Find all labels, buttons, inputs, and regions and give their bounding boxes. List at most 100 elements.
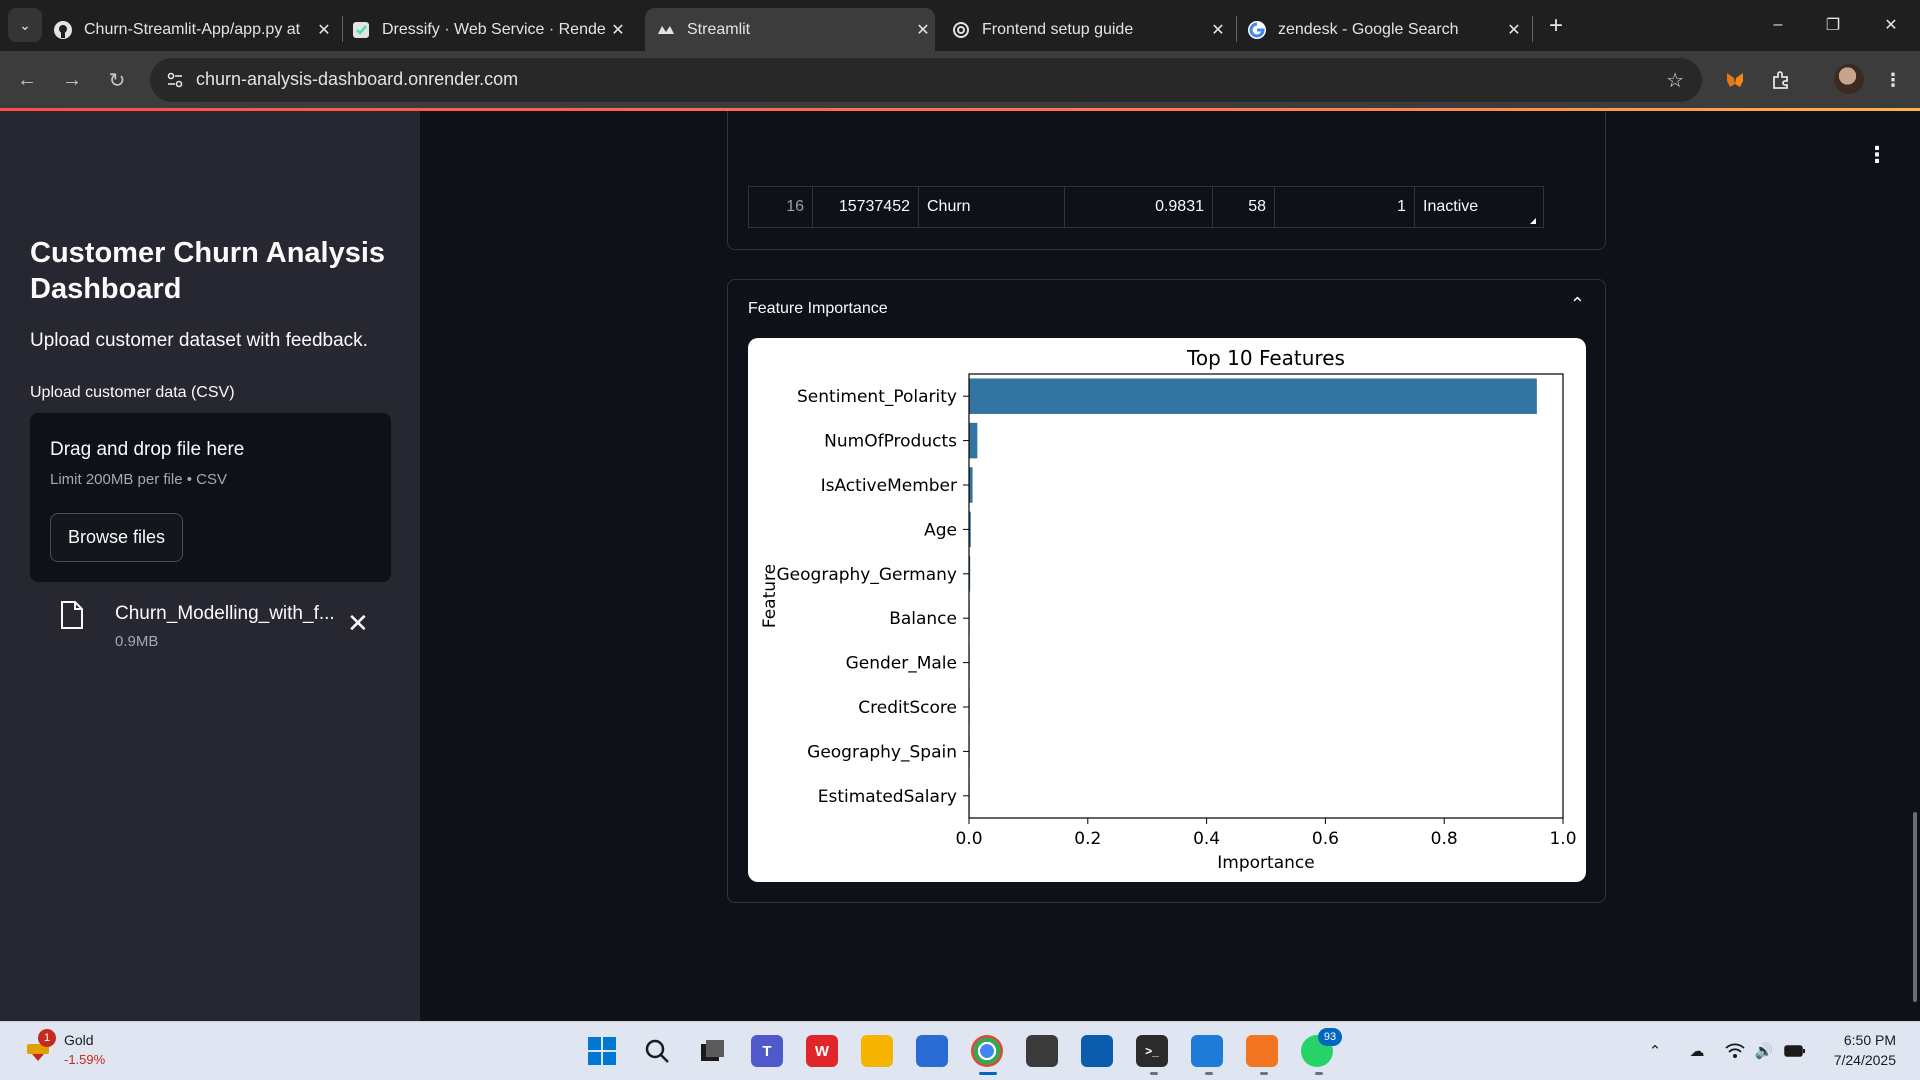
vscode-icon[interactable] xyxy=(1191,1035,1223,1067)
tab-chatgpt[interactable]: Frontend setup guide ✕ xyxy=(950,8,1230,51)
minimize-icon: – xyxy=(1773,16,1783,33)
file-dropzone[interactable]: Drag and drop file here Limit 200MB per … xyxy=(30,413,391,582)
taskbar: 1 Gold -1.59% T W >_ 93 ⌃ ☁ 🔊 6:50 PM 7/… xyxy=(0,1021,1920,1080)
tab-github[interactable]: Churn-Streamlit-App/app.py at ✕ xyxy=(52,8,336,51)
close-icon[interactable]: ✕ xyxy=(1206,20,1230,40)
x-tick-label: 0.2 xyxy=(1074,829,1101,849)
x-axis-label: Importance xyxy=(1217,853,1314,873)
close-icon[interactable]: ✕ xyxy=(312,20,336,40)
tab-title: Dressify · Web Service · Rende xyxy=(382,20,606,38)
y-tick-label: Balance xyxy=(889,609,957,629)
browse-files-button[interactable]: Browse files xyxy=(50,513,183,562)
x-tick-label: 0.6 xyxy=(1312,829,1339,849)
chevron-up-icon[interactable]: ⌃ xyxy=(1570,294,1585,315)
new-tab-button[interactable]: + xyxy=(1542,12,1570,40)
task-view-icon[interactable] xyxy=(696,1035,728,1067)
table-row[interactable]: 16 15737452 Churn 0.9831 58 1 Inactive xyxy=(748,186,1544,228)
battery-icon[interactable] xyxy=(1784,1040,1806,1062)
metamask-extension-icon[interactable] xyxy=(1720,65,1750,95)
terminal-icon[interactable]: >_ xyxy=(1136,1035,1168,1067)
streamlit-icon xyxy=(655,19,677,41)
page-scrollbar-thumb[interactable] xyxy=(1913,812,1917,1002)
y-axis-label: Feature xyxy=(760,564,780,628)
y-tick-label: EstimatedSalary xyxy=(818,787,957,807)
close-icon[interactable]: ✕ xyxy=(1502,20,1526,40)
cell-prediction: Churn xyxy=(919,187,1065,227)
tab-separator xyxy=(342,16,343,42)
running-indicator xyxy=(1260,1072,1268,1075)
onedrive-icon[interactable]: ☁ xyxy=(1686,1040,1708,1062)
restore-button[interactable]: ❐ xyxy=(1813,10,1853,40)
start-button[interactable] xyxy=(586,1035,618,1067)
address-bar[interactable]: churn-analysis-dashboard.onrender.com ☆ xyxy=(150,58,1702,102)
file-name: Churn_Modelling_with_f... xyxy=(115,603,335,624)
dropzone-title: Drag and drop file here xyxy=(50,439,245,460)
close-icon: ✕ xyxy=(1884,17,1898,34)
dropzone-limit: Limit 200MB per file • CSV xyxy=(50,471,227,488)
openai-icon xyxy=(950,19,972,41)
search-icon[interactable] xyxy=(641,1035,673,1067)
chevron-up-icon[interactable]: ⌃ xyxy=(1644,1040,1666,1062)
forward-button[interactable]: → xyxy=(57,65,87,95)
upload-label: Upload customer data (CSV) xyxy=(30,384,235,401)
chart-bar xyxy=(969,378,1537,414)
close-icon[interactable]: ✕ xyxy=(911,20,935,40)
tab-title: Frontend setup guide xyxy=(982,20,1134,38)
x-tick-label: 1.0 xyxy=(1549,829,1576,849)
sidebar-title: Customer Churn Analysis Dashboard xyxy=(30,237,386,305)
clock-time[interactable]: 6:50 PM xyxy=(1844,1032,1896,1048)
restore-icon: ❐ xyxy=(1825,17,1841,34)
running-indicator xyxy=(1150,1072,1158,1075)
feature-importance-chart: Sentiment_Polarity NumOfProducts IsActiveM… xyxy=(760,346,1577,873)
table-resize-handle[interactable] xyxy=(1530,218,1536,224)
reload-button[interactable]: ↻ xyxy=(102,65,132,95)
running-indicator xyxy=(979,1072,997,1075)
back-button[interactable]: ← xyxy=(12,65,42,95)
wifi-icon[interactable] xyxy=(1724,1040,1746,1062)
clock-date[interactable]: 7/24/2025 xyxy=(1834,1052,1896,1068)
microsoft-store-icon[interactable] xyxy=(916,1035,948,1067)
app-menu-icon[interactable]: ⋮ xyxy=(1866,142,1888,168)
bookmark-star-icon[interactable]: ☆ xyxy=(1666,68,1684,93)
file-size: 0.9MB xyxy=(115,633,159,650)
volume-icon[interactable]: 🔊 xyxy=(1753,1040,1775,1062)
chrome-icon[interactable] xyxy=(971,1035,1003,1067)
cell-age: 58 xyxy=(1213,187,1275,227)
tab-title: Streamlit xyxy=(687,20,751,38)
arrow-left-icon: ← xyxy=(17,68,37,91)
minimize-button[interactable]: – xyxy=(1758,10,1798,40)
tab-search-button[interactable]: ⌄ xyxy=(8,8,42,42)
notification-badge: 1 xyxy=(38,1029,56,1047)
wps-office-icon[interactable]: W xyxy=(806,1035,838,1067)
close-window-button[interactable]: ✕ xyxy=(1871,10,1911,40)
tab-separator xyxy=(1532,16,1533,42)
browser-menu-icon[interactable]: ⋮ xyxy=(1878,65,1908,95)
render-icon xyxy=(350,19,372,41)
row-index: 16 xyxy=(749,187,813,227)
tab-separator xyxy=(1236,16,1237,42)
chevron-down-icon: ⌄ xyxy=(19,16,31,33)
y-tick-label: Age xyxy=(924,520,957,540)
profile-avatar[interactable] xyxy=(1834,64,1864,94)
y-tick-label: Geography_Spain xyxy=(807,742,957,762)
remove-file-button[interactable]: ✕ xyxy=(347,608,369,639)
unity-icon[interactable] xyxy=(1026,1035,1058,1067)
y-tick-label: Sentiment_Polarity xyxy=(797,387,957,407)
stock-name[interactable]: Gold xyxy=(64,1032,94,1048)
expander-title[interactable]: Feature Importance xyxy=(748,300,888,318)
xampp-icon[interactable] xyxy=(1246,1035,1278,1067)
stock-change: -1.59% xyxy=(64,1052,106,1067)
site-info-icon[interactable] xyxy=(160,65,190,95)
cell-probability: 0.9831 xyxy=(1065,187,1213,227)
file-explorer-icon[interactable] xyxy=(861,1035,893,1067)
tab-google[interactable]: zendesk - Google Search ✕ xyxy=(1246,8,1526,51)
plus-icon: + xyxy=(1548,12,1563,39)
tab-streamlit[interactable]: Streamlit ✕ xyxy=(645,8,935,51)
tab-title: zendesk - Google Search xyxy=(1278,20,1459,38)
azure-data-studio-icon[interactable] xyxy=(1081,1035,1113,1067)
close-icon[interactable]: ✕ xyxy=(606,20,630,40)
tab-title: Churn-Streamlit-App/app.py at xyxy=(84,20,301,38)
extensions-icon[interactable] xyxy=(1766,65,1796,95)
teams-icon[interactable]: T xyxy=(751,1035,783,1067)
tab-render[interactable]: Dressify · Web Service · Rende ✕ xyxy=(350,8,630,51)
